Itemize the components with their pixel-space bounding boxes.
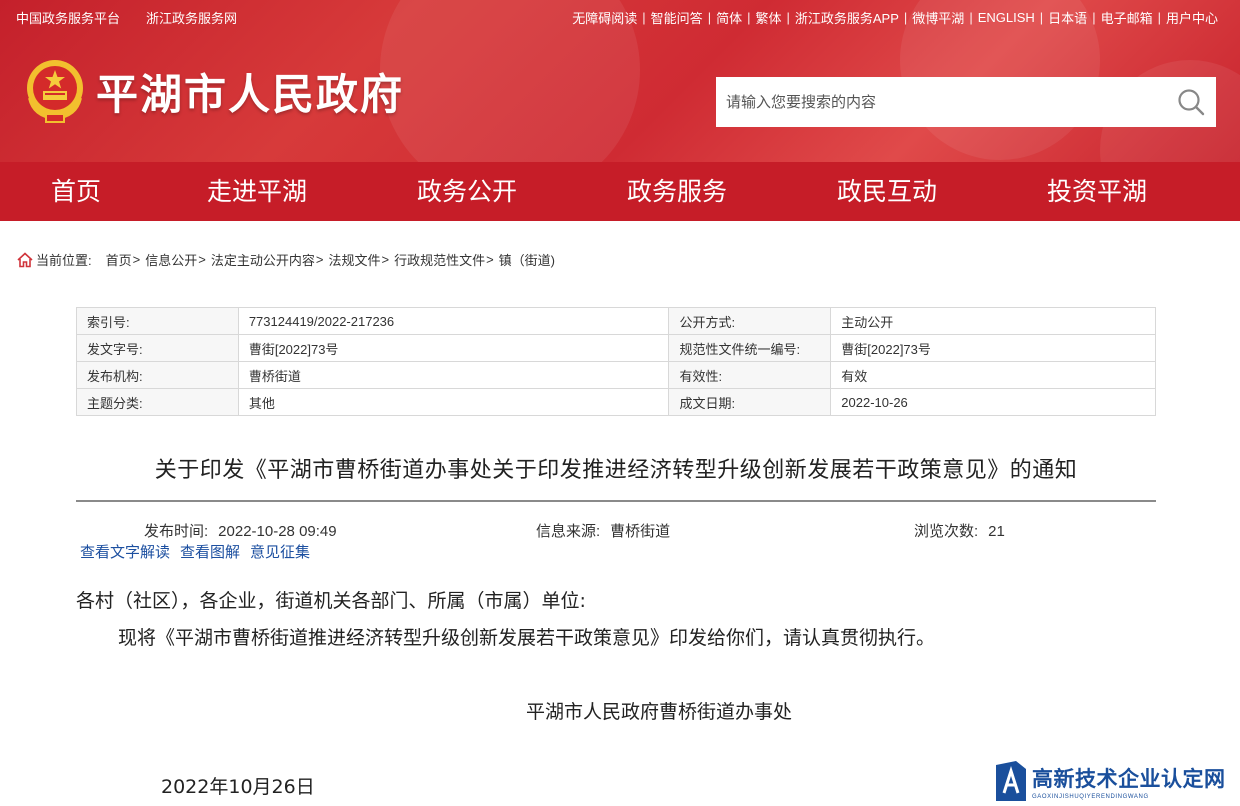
disclosure-method-value: 主动公开 bbox=[830, 307, 1156, 335]
separator: | bbox=[642, 10, 646, 25]
issuing-agency-label: 发布机构: bbox=[76, 361, 239, 389]
separator: | bbox=[969, 10, 973, 25]
top-link-simplified[interactable]: 简体 bbox=[716, 8, 742, 27]
separator: | bbox=[1092, 10, 1096, 25]
validity-label: 有效性: bbox=[668, 361, 832, 389]
main-nav: 首页 走进平湖 政务公开 政务服务 政民互动 投资平湖 bbox=[0, 162, 1240, 221]
topic-category-label: 主题分类: bbox=[76, 388, 239, 416]
header-banner: 中国政务服务平台 浙江政务服务网 无障碍阅读 | 智能问答 | 简体 | 繁体 | 浙江… bbox=[0, 0, 1240, 162]
view-count-label: 浏览次数: bbox=[914, 523, 979, 540]
info-source: 信息来源: 曹桥街道 bbox=[536, 520, 670, 541]
validity-value: 有效 bbox=[830, 361, 1156, 389]
top-link-accessible-reading[interactable]: 无障碍阅读 bbox=[572, 8, 637, 27]
publish-time: 发布时间: 2022-10-28 09:49 bbox=[144, 520, 337, 541]
top-bar: 中国政务服务平台 浙江政务服务网 无障碍阅读 | 智能问答 | 简体 | 繁体 | 浙江… bbox=[0, 0, 1240, 32]
breadcrumb-arrow: > bbox=[315, 252, 324, 267]
breadcrumb-arrow: > bbox=[486, 252, 494, 267]
top-link-smart-qa[interactable]: 智能问答 bbox=[651, 8, 703, 27]
publish-time-label: 发布时间: bbox=[144, 523, 209, 540]
search-input[interactable] bbox=[716, 77, 1166, 127]
document-number-value: 曹街[2022]73号 bbox=[237, 334, 670, 362]
home-icon bbox=[17, 251, 33, 267]
watermark-logo-icon bbox=[996, 761, 1026, 801]
article-title: 关于印发《平湖市曹桥街道办事处关于印发推进经济转型升级创新发展若干政策意见》的通… bbox=[154, 458, 1078, 483]
top-bar-right-links: 无障碍阅读 | 智能问答 | 简体 | 繁体 | 浙江政务服务APP | 微博平湖 | EN… bbox=[572, 8, 1218, 27]
signature: 平湖市人民政府曹桥街道办事处 bbox=[526, 701, 793, 723]
nav-item-gov-services[interactable]: 政务服务 bbox=[572, 162, 782, 221]
table-row: 发文字号: 曹街[2022]73号 规范性文件统一编号: 曹街[2022]73号 bbox=[76, 334, 1156, 362]
watermark: 高新技术企业认定网 GAOXINJISHUQIYERENDINGWANG bbox=[994, 756, 1240, 806]
written-date-value: 2022-10-26 bbox=[830, 388, 1156, 416]
breadcrumb-arrow: > bbox=[132, 252, 141, 267]
breadcrumb: 当前位置: 首页 > 信息公开 > 法定主动公开内容 > 法规文件 > 行政规范性文件 >… bbox=[16, 250, 555, 269]
written-date-label: 成文日期: bbox=[668, 388, 832, 416]
graphic-interpretation-link[interactable]: 查看图解 bbox=[180, 541, 240, 562]
watermark-main: 高新技术企业认定网 bbox=[1032, 766, 1226, 791]
watermark-text: 高新技术企业认定网 GAOXINJISHUQIYERENDINGWANG bbox=[1032, 763, 1226, 800]
top-link-gov-service-platform[interactable]: 中国政务服务平台 bbox=[16, 8, 120, 27]
top-link-japanese[interactable]: 日本语 bbox=[1048, 8, 1087, 27]
nav-item-interaction[interactable]: 政民互动 bbox=[782, 162, 992, 221]
search-button[interactable] bbox=[1166, 77, 1216, 127]
view-count: 浏览次数: 21 bbox=[914, 520, 1005, 541]
body-paragraph: 现将《平湖市曹桥街道推进经济转型升级创新发展若干政策意见》印发给你们，请认真贯彻… bbox=[118, 627, 936, 649]
nav-item-about-pinghu[interactable]: 走进平湖 bbox=[152, 162, 362, 221]
publish-time-value: 2022-10-28 09:49 bbox=[218, 523, 337, 540]
table-row: 索引号: 773124419/2022-217236 公开方式: 主动公开 bbox=[76, 307, 1156, 335]
national-emblem-icon bbox=[27, 60, 83, 123]
article-links: 查看文字解读 查看图解 意见征集 bbox=[80, 541, 310, 562]
top-link-weibo[interactable]: 微博平湖 bbox=[912, 8, 964, 27]
index-number-label: 索引号: bbox=[76, 307, 239, 335]
separator: | bbox=[707, 10, 712, 25]
breadcrumb-item[interactable]: 信息公开 bbox=[145, 250, 197, 269]
info-source-label: 信息来源: bbox=[536, 523, 601, 540]
site-logo[interactable]: 平湖市人民政府 bbox=[24, 58, 404, 124]
separator: | bbox=[747, 10, 751, 25]
breadcrumb-item[interactable]: 镇（街道) bbox=[499, 250, 555, 269]
site-title: 平湖市人民政府 bbox=[96, 69, 405, 119]
breadcrumb-arrow: > bbox=[381, 252, 390, 267]
top-bar-left-links: 中国政务服务平台 浙江政务服务网 bbox=[16, 8, 237, 27]
index-number-value: 773124419/2022-217236 bbox=[237, 307, 670, 335]
separator: | bbox=[903, 10, 908, 25]
nav-item-home[interactable]: 首页 bbox=[0, 162, 152, 221]
breadcrumb-item[interactable]: 法规文件 bbox=[328, 250, 380, 269]
document-number-label: 发文字号: bbox=[76, 334, 239, 362]
separator: | bbox=[1039, 10, 1044, 25]
table-row: 主题分类: 其他 成文日期: 2022-10-26 bbox=[76, 388, 1156, 416]
top-link-traditional[interactable]: 繁体 bbox=[755, 8, 781, 27]
watermark-sub: GAOXINJISHUQIYERENDINGWANG bbox=[1032, 793, 1149, 800]
title-divider bbox=[76, 500, 1156, 502]
breadcrumb-item[interactable]: 法定主动公开内容 bbox=[211, 250, 315, 269]
separator: | bbox=[786, 10, 790, 25]
topic-category-value: 其他 bbox=[237, 388, 670, 416]
nav-item-invest-pinghu[interactable]: 投资平湖 bbox=[992, 162, 1202, 221]
issuing-agency-value: 曹桥街道 bbox=[237, 361, 670, 389]
table-row: 发布机构: 曹桥街道 有效性: 有效 bbox=[76, 361, 1156, 389]
breadcrumb-item[interactable]: 首页 bbox=[106, 250, 132, 269]
top-link-zhejiang-gov-service[interactable]: 浙江政务服务网 bbox=[146, 8, 237, 27]
opinion-collection-link[interactable]: 意见征集 bbox=[250, 541, 310, 562]
top-link-english[interactable]: ENGLISH bbox=[978, 10, 1035, 25]
breadcrumb-item[interactable]: 行政规范性文件 bbox=[394, 250, 485, 269]
top-link-user-center[interactable]: 用户中心 bbox=[1166, 8, 1218, 27]
disclosure-method-label: 公开方式: bbox=[668, 307, 832, 335]
view-count-value: 21 bbox=[988, 523, 1005, 540]
separator: | bbox=[1157, 10, 1161, 25]
document-date: 2022年10月26日 bbox=[161, 776, 315, 798]
breadcrumb-arrow: > bbox=[198, 252, 206, 267]
unified-number-value: 曹街[2022]73号 bbox=[830, 334, 1156, 362]
text-interpretation-link[interactable]: 查看文字解读 bbox=[80, 541, 170, 562]
document-info-table: 索引号: 773124419/2022-217236 公开方式: 主动公开 发文… bbox=[76, 307, 1156, 416]
nav-item-gov-affairs-open[interactable]: 政务公开 bbox=[362, 162, 572, 221]
top-link-zhejiang-app[interactable]: 浙江政务服务APP bbox=[795, 8, 899, 27]
breadcrumb-label: 当前位置: bbox=[36, 253, 92, 268]
search-icon bbox=[1178, 89, 1205, 116]
top-link-email[interactable]: 电子邮箱 bbox=[1101, 8, 1153, 27]
salutation: 各村（社区），各企业，街道机关各部门、所属（市属）单位: bbox=[76, 590, 586, 612]
unified-number-label: 规范性文件统一编号: bbox=[668, 334, 832, 362]
info-source-value: 曹桥街道 bbox=[610, 523, 671, 540]
search-box bbox=[716, 77, 1216, 127]
